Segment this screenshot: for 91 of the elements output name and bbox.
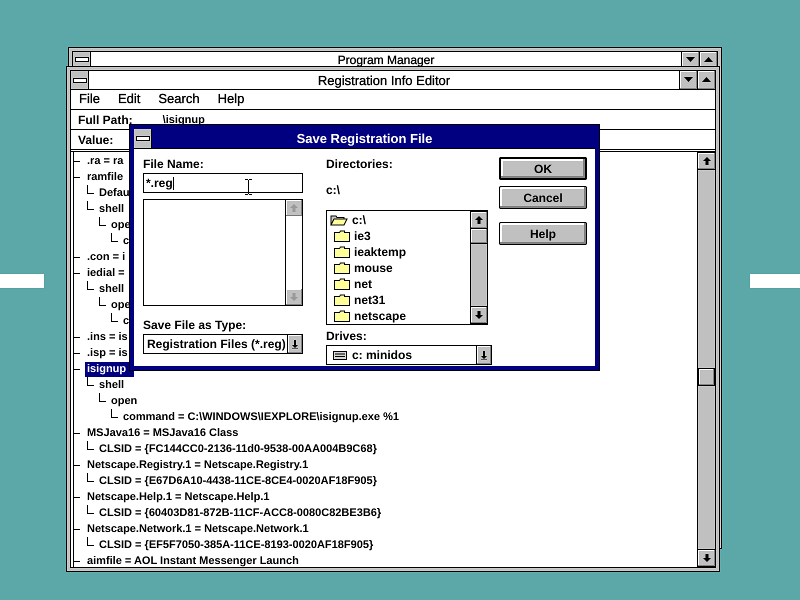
tree-item[interactable]: Netscape.Registry.1 = Netscape.Registry.1 xyxy=(85,458,310,472)
folder-icon xyxy=(334,262,350,274)
tree-item[interactable]: c xyxy=(121,314,132,328)
down-triangle-icon xyxy=(686,56,695,62)
directory-item[interactable]: ieaktemp xyxy=(327,244,470,260)
up-arrow-icon xyxy=(475,216,483,224)
down-arrow-icon xyxy=(480,350,488,360)
minimize-button[interactable] xyxy=(679,71,697,89)
tree-item[interactable]: CLSID = {FC144CC0-2136-11d0-9538-00AA004B9C68} xyxy=(97,442,379,456)
tree-item[interactable]: .ra = ra xyxy=(85,154,126,168)
text-cursor-icon xyxy=(245,179,252,195)
scrollbar[interactable] xyxy=(470,211,487,324)
menu-item[interactable]: Search xyxy=(158,91,200,108)
down-arrow-icon xyxy=(475,311,483,319)
up-triangle-icon xyxy=(702,77,711,83)
scroll-down-button[interactable] xyxy=(471,306,487,324)
down-arrow-icon xyxy=(702,554,710,562)
current-directory: c:\ xyxy=(326,182,342,198)
wallpaper-stripe xyxy=(750,274,800,288)
down-triangle-icon xyxy=(684,77,693,83)
tree-item[interactable]: Netscape.Help.1 = Netscape.Help.1 xyxy=(85,490,272,504)
tree-item[interactable]: open xyxy=(109,394,140,408)
tree-item[interactable]: .isp = is xyxy=(85,346,130,360)
scroll-thumb[interactable] xyxy=(471,229,487,244)
scroll-thumb[interactable] xyxy=(698,368,715,386)
maximize-button[interactable] xyxy=(697,71,715,89)
up-triangle-icon xyxy=(704,56,713,62)
file-type-dropdown[interactable]: Registration Files (*.reg) xyxy=(143,334,303,354)
tree-item[interactable]: Defau xyxy=(97,186,132,200)
tree-item[interactable]: command = C:\WINDOWS\IEXPLORE\isignup.exe %1 xyxy=(121,410,401,424)
drive-icon xyxy=(333,350,347,360)
dialog-button[interactable]: OK xyxy=(499,157,587,180)
tree-item[interactable]: shell xyxy=(97,202,126,216)
tree-item[interactable]: CLSID = {EF5F7050-385A-11CE-8193-0020AF18F905} xyxy=(97,538,376,552)
open-folder-icon xyxy=(330,214,348,226)
tree-item[interactable]: MSJava16 = MSJava16 Class xyxy=(85,426,240,440)
path-text: \isignup xyxy=(162,114,205,126)
drive-dropdown[interactable]: c: minidos xyxy=(326,345,492,365)
folder-icon xyxy=(334,278,350,290)
field-label: Drives: xyxy=(326,328,368,344)
directory-item[interactable]: netscape xyxy=(327,308,470,324)
folder-icon xyxy=(334,246,350,258)
folder-icon xyxy=(334,230,350,242)
dialog-button[interactable]: Help xyxy=(499,222,587,245)
dialog-title: Save Registration File xyxy=(296,131,434,146)
wallpaper-stripe xyxy=(0,274,44,288)
directory-item[interactable]: net xyxy=(327,276,470,292)
folder-icon xyxy=(334,310,350,322)
system-menu-icon[interactable] xyxy=(73,52,91,67)
field-label: Save File as Type: xyxy=(143,317,248,333)
directory-item[interactable]: ie3 xyxy=(327,228,470,244)
tree-item[interactable]: aimfile = AOL Instant Messenger Launch xyxy=(85,554,301,567)
tree-item[interactable]: iedial = xyxy=(85,266,127,280)
scrollbar[interactable] xyxy=(697,152,715,567)
window-title: Registration Info Editor xyxy=(316,72,452,88)
directory-item[interactable]: mouse xyxy=(327,260,470,276)
tree-item[interactable]: CLSID = {E67D6A10-4438-11CE-8CE4-0020AF18F905} xyxy=(97,474,379,488)
window-title: Program Manager xyxy=(336,52,436,66)
tree-item[interactable]: CLSID = {60403D81-872B-11CF-ACC8-0080C82BE3B6} xyxy=(97,506,384,520)
maximize-button[interactable] xyxy=(699,52,717,67)
tree-item[interactable]: shell xyxy=(97,378,126,392)
folder-icon xyxy=(334,294,350,306)
scroll-up-button[interactable] xyxy=(698,152,715,170)
field-label: Directories: xyxy=(326,156,394,172)
up-arrow-icon xyxy=(702,157,710,165)
file-name-field[interactable]: *.reg xyxy=(143,173,303,193)
down-arrow-icon xyxy=(290,293,298,301)
menu-item[interactable]: File xyxy=(79,91,100,108)
tree-item[interactable]: .con = i xyxy=(85,250,128,264)
system-menu-icon[interactable] xyxy=(71,71,89,89)
tree-item[interactable]: isignup xyxy=(85,362,134,376)
menu-item[interactable]: Edit xyxy=(118,91,140,108)
directory-item[interactable]: c:\ xyxy=(327,212,470,228)
up-arrow-icon xyxy=(290,204,298,212)
tree-item[interactable]: shell xyxy=(97,282,126,296)
tree-item[interactable]: Netscape.Network.1 = Netscape.Network.1 xyxy=(85,522,311,536)
minimize-button[interactable] xyxy=(681,52,699,67)
field-label: Full Path: xyxy=(78,112,133,126)
down-arrow-icon xyxy=(291,339,299,349)
field-label: File Name: xyxy=(143,156,205,172)
field-label: Value: xyxy=(78,132,114,146)
system-menu-icon[interactable] xyxy=(134,129,152,148)
scroll-up-button[interactable] xyxy=(471,211,487,229)
dialog-button[interactable]: Cancel xyxy=(499,186,587,209)
directory-list[interactable]: c:\ ie3 ieaktemp mouse net net31 netscape xyxy=(326,210,488,325)
tree-item[interactable]: .ins = is xyxy=(85,330,130,344)
tree-item[interactable]: c xyxy=(121,234,132,248)
directory-item[interactable]: net31 xyxy=(327,292,470,308)
scroll-down-button[interactable] xyxy=(698,549,715,567)
menu-item[interactable]: Help xyxy=(218,91,244,108)
tree-item[interactable]: ramfile xyxy=(85,170,126,184)
